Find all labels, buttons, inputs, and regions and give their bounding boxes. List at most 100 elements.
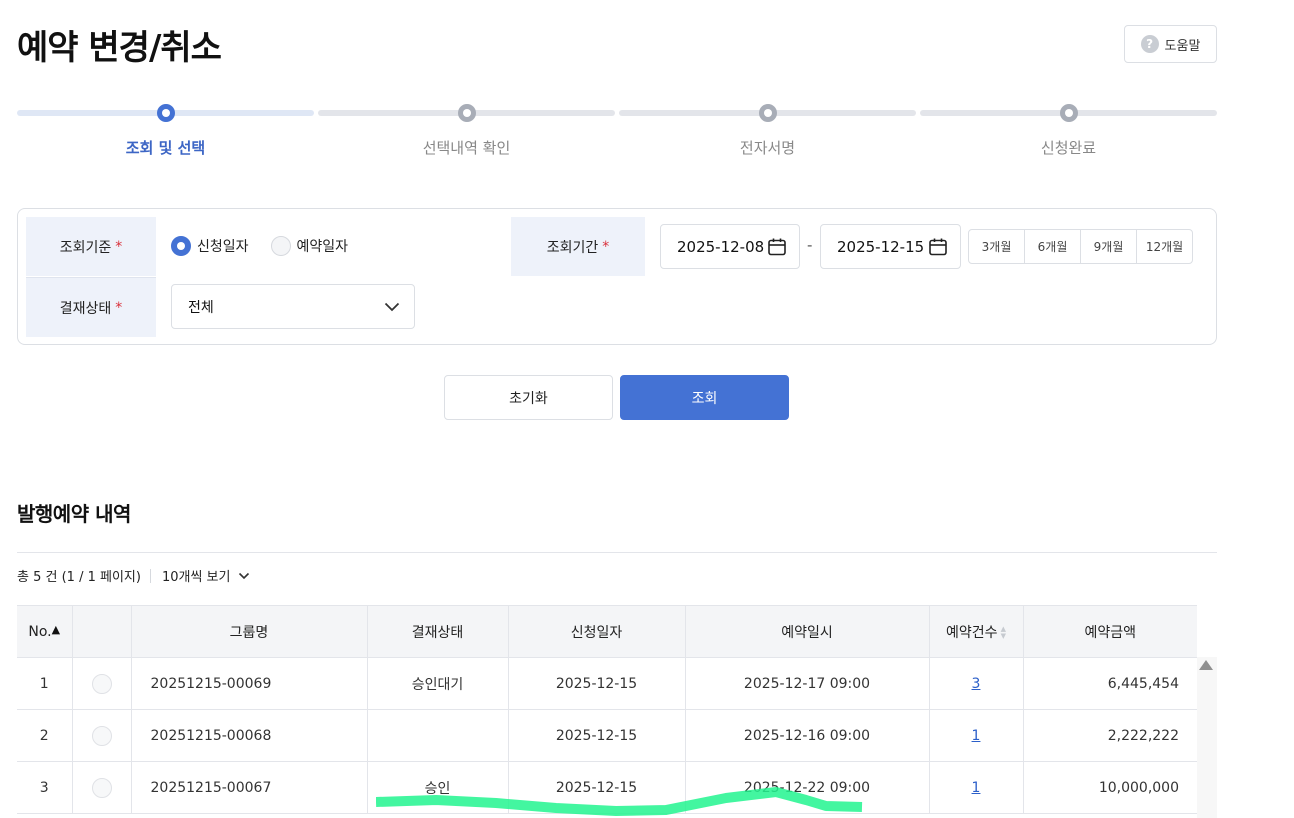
status-select[interactable]: 전체 bbox=[171, 284, 415, 329]
radio-label: 신청일자 bbox=[197, 239, 249, 255]
table-row[interactable]: 2 20251215-00068 2025-12-15 2025-12-16 0… bbox=[17, 709, 1197, 762]
search-button[interactable]: 조회 bbox=[620, 375, 789, 420]
date-from-value: 2025-12-08 bbox=[677, 237, 765, 256]
cell-amount: 10,000,000 bbox=[1023, 761, 1197, 814]
page-size-select[interactable]: 10개씩 보기 bbox=[162, 566, 251, 585]
cell-count: 3 bbox=[929, 657, 1024, 710]
period-label-text: 조회기간 bbox=[546, 239, 599, 256]
radio-unchecked-icon bbox=[270, 236, 291, 256]
col-reserved-datetime: 예약일시 bbox=[685, 605, 930, 658]
step-confirm: 선택내역 확인 bbox=[318, 104, 615, 164]
period-quick-buttons: 3개월 6개월 9개월 12개월 bbox=[968, 229, 1193, 264]
step-e-signature: 전자서명 bbox=[619, 104, 916, 164]
help-button[interactable]: ? 도움말 bbox=[1124, 25, 1217, 63]
cell-select bbox=[72, 709, 132, 762]
period-3-months-button[interactable]: 3개월 bbox=[969, 230, 1025, 263]
progress-stepper: 조회 및 선택 선택내역 확인 전자서명 신청완료 bbox=[17, 104, 1217, 164]
cell-group: 20251215-00068 bbox=[131, 709, 368, 762]
col-group: 그룹명 bbox=[131, 605, 368, 658]
cell-applied-date: 2025-12-15 bbox=[508, 657, 686, 710]
chevron-down-icon bbox=[384, 302, 400, 311]
row-radio[interactable] bbox=[91, 673, 112, 694]
status-label: 결재상태 * bbox=[26, 277, 156, 337]
count-link[interactable]: 1 bbox=[972, 780, 981, 796]
cell-reserved-datetime: 2025-12-17 09:00 bbox=[685, 657, 930, 710]
col-no[interactable]: No. bbox=[17, 605, 73, 658]
step-label: 선택내역 확인 bbox=[422, 139, 511, 157]
divider bbox=[17, 552, 1217, 553]
help-label: 도움말 bbox=[1164, 38, 1201, 54]
step-dot-icon bbox=[457, 104, 476, 122]
radio-reserved-date[interactable]: 예약일자 bbox=[270, 236, 349, 256]
period-label: 조회기간 * bbox=[511, 217, 645, 276]
cell-status bbox=[367, 709, 509, 762]
date-from-input[interactable]: 2025-12-08 bbox=[660, 224, 800, 269]
cell-select bbox=[72, 657, 132, 710]
col-amount: 예약금액 bbox=[1023, 605, 1197, 658]
table-row[interactable]: 1 20251215-00069 승인대기 2025-12-15 2025-12… bbox=[17, 657, 1197, 710]
step-label: 조회 및 선택 bbox=[125, 139, 206, 157]
period-12-months-button[interactable]: 12개월 bbox=[1137, 230, 1192, 263]
results-summary: 총 5 건 (1 / 1 페이지) 10개씩 보기 bbox=[17, 566, 250, 585]
radio-applied-date[interactable]: 신청일자 bbox=[171, 236, 249, 256]
col-count-label: 예약건수 bbox=[946, 624, 998, 641]
results-count: 총 5 건 (1 / 1 페이지) bbox=[17, 570, 141, 585]
status-label-text: 결재상태 bbox=[59, 300, 112, 317]
table-header-row: No. 그룹명 결재상태 신청일자 예약일시 예약건수▲▼ 예약금액 bbox=[17, 605, 1197, 658]
step-label: 전자서명 bbox=[739, 139, 796, 157]
date-to-input[interactable]: 2025-12-15 bbox=[820, 224, 961, 269]
count-link[interactable]: 3 bbox=[972, 676, 981, 692]
cell-group: 20251215-00067 bbox=[131, 761, 368, 814]
col-status: 결재상태 bbox=[367, 605, 509, 658]
cell-amount: 6,445,454 bbox=[1023, 657, 1197, 710]
period-6-months-button[interactable]: 6개월 bbox=[1025, 230, 1081, 263]
criteria-label: 조회기준 * bbox=[26, 217, 156, 276]
cell-no: 2 bbox=[17, 709, 73, 762]
step-label: 신청완료 bbox=[1040, 139, 1097, 157]
cell-select bbox=[72, 761, 132, 814]
cell-status: 승인 bbox=[367, 761, 509, 814]
required-mark: * bbox=[115, 299, 123, 316]
calendar-icon[interactable] bbox=[767, 237, 787, 257]
cell-count: 1 bbox=[929, 761, 1024, 814]
col-count[interactable]: 예약건수 ▲ ▼ bbox=[929, 605, 1024, 658]
criteria-radio-group: 신청일자 예약일자 bbox=[171, 236, 348, 256]
cell-applied-date: 2025-12-15 bbox=[508, 709, 686, 762]
cell-group: 20251215-00069 bbox=[131, 657, 368, 710]
required-mark: * bbox=[115, 238, 123, 255]
vertical-scrollbar[interactable] bbox=[1197, 657, 1217, 818]
calendar-icon[interactable] bbox=[928, 237, 948, 257]
radio-label: 예약일자 bbox=[296, 239, 349, 255]
cell-count: 1 bbox=[929, 709, 1024, 762]
reset-button[interactable]: 초기화 bbox=[444, 375, 613, 420]
step-search-select: 조회 및 선택 bbox=[17, 104, 314, 164]
row-radio[interactable] bbox=[91, 725, 112, 746]
scroll-up-arrow-icon[interactable] bbox=[1199, 660, 1213, 670]
col-select bbox=[72, 605, 132, 658]
sort-ascending-icon bbox=[52, 624, 60, 640]
results-title: 발행예약 내역 bbox=[17, 502, 131, 526]
step-dot-icon bbox=[1059, 104, 1078, 122]
step-complete: 신청완료 bbox=[920, 104, 1217, 164]
cell-no: 1 bbox=[17, 657, 73, 710]
cell-applied-date: 2025-12-15 bbox=[508, 761, 686, 814]
date-separator: - bbox=[807, 236, 813, 254]
required-mark: * bbox=[602, 238, 610, 255]
radio-checked-icon bbox=[171, 236, 191, 256]
status-select-value: 전체 bbox=[188, 299, 214, 316]
date-to-value: 2025-12-15 bbox=[837, 237, 925, 256]
step-dot-icon bbox=[758, 104, 777, 122]
col-applied-date: 신청일자 bbox=[508, 605, 686, 658]
row-radio[interactable] bbox=[91, 777, 112, 798]
separator bbox=[149, 568, 151, 583]
count-link[interactable]: 1 bbox=[972, 728, 981, 744]
table-row[interactable]: 3 20251215-00067 승인 2025-12-15 2025-12-2… bbox=[17, 761, 1197, 814]
chevron-down-icon bbox=[239, 572, 250, 579]
cell-no: 3 bbox=[17, 761, 73, 814]
cell-status: 승인대기 bbox=[367, 657, 509, 710]
step-dot-icon bbox=[156, 104, 175, 122]
criteria-label-text: 조회기준 bbox=[59, 239, 112, 256]
sort-icon: ▲ ▼ bbox=[1000, 624, 1006, 640]
period-9-months-button[interactable]: 9개월 bbox=[1081, 230, 1137, 263]
col-no-label: No. bbox=[28, 623, 52, 640]
